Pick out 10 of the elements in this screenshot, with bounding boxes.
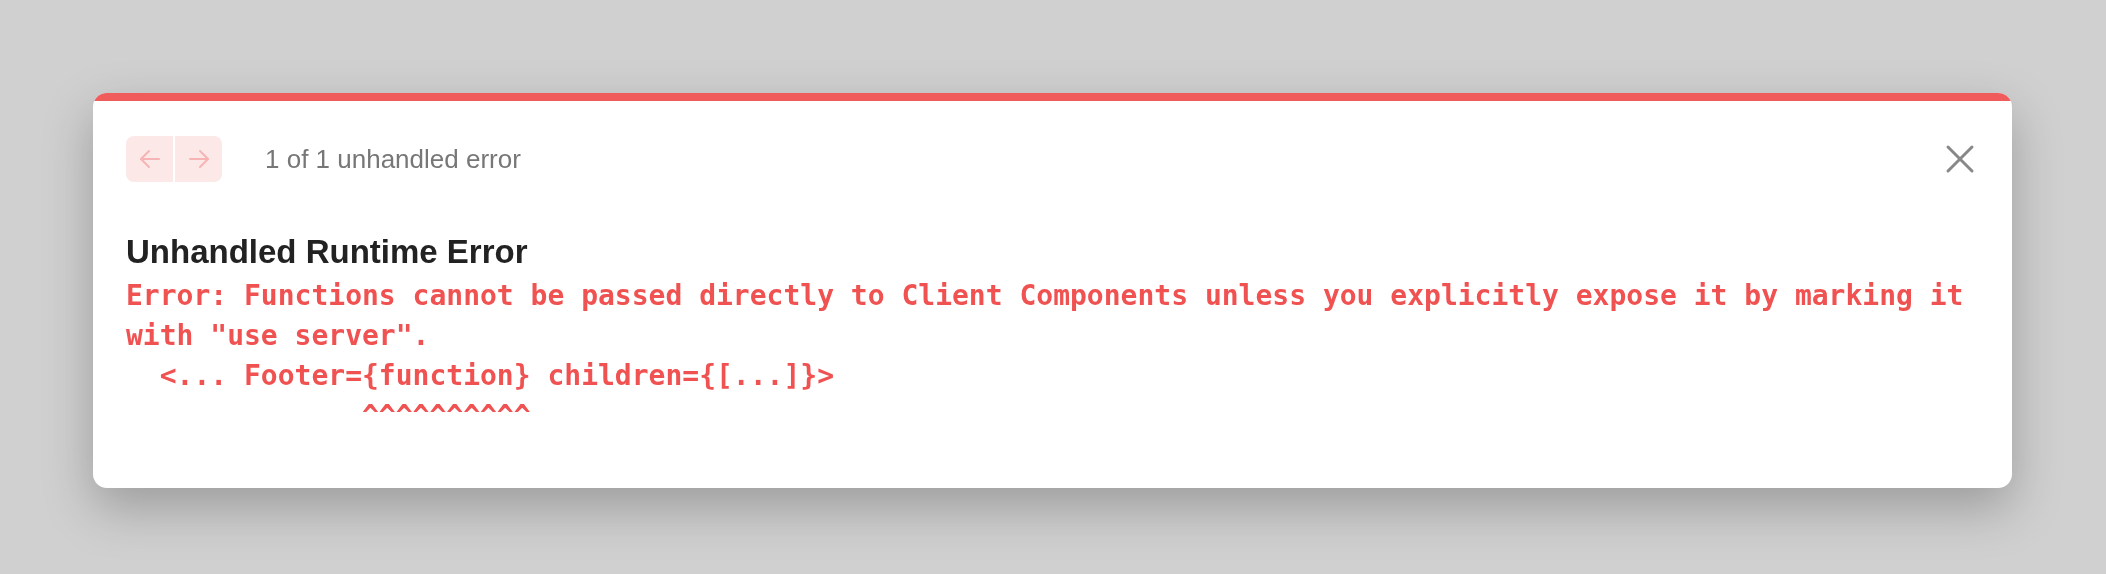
error-title: Unhandled Runtime Error: [126, 232, 529, 272]
error-message-line: Error: Functions cannot be passed directly to Client Components unless you explicitly expose it by marking it: [126, 278, 1964, 314]
left-arrow-icon: [138, 149, 161, 169]
close-button[interactable]: [1945, 144, 1975, 174]
error-counter: 1 of 1 unhandled error: [265, 142, 521, 176]
error-message-line: with "use server".: [126, 318, 430, 354]
close-icon: [1945, 144, 1975, 174]
right-arrow-icon: [187, 149, 210, 169]
error-message-line: <... Footer={function} children={[...]}>: [158, 358, 834, 394]
error-message-line: ^^^^^^^^^^: [361, 398, 531, 434]
